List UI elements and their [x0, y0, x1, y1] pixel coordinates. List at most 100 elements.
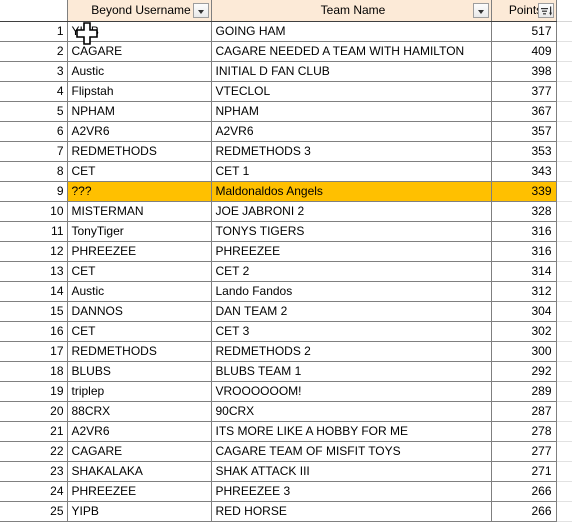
table-row[interactable]: 23 SHAKALAKA SHAK ATTACK III 271 — [0, 461, 572, 483]
table-row[interactable]: 20 88CRX 90CRX 287 — [0, 401, 572, 423]
cell-username[interactable]: CAGARE — [67, 441, 212, 463]
cell-team-name[interactable]: CET 1 — [211, 161, 492, 183]
table-row[interactable]: 11 TonyTiger TONYS TIGERS 316 — [0, 221, 572, 243]
table-row[interactable]: 22 CAGARE CAGARE TEAM OF MISFIT TOYS 277 — [0, 441, 572, 463]
cell-points[interactable]: 277 — [491, 441, 557, 463]
row-number-cell[interactable]: 22 — [0, 441, 68, 463]
row-number-cell[interactable]: 5 — [0, 101, 68, 123]
cell-points[interactable]: 517 — [491, 21, 557, 43]
cell-username[interactable]: REDMETHODS — [67, 341, 212, 363]
cell-team-name[interactable]: DAN TEAM 2 — [211, 301, 492, 323]
table-row[interactable]: 7 REDMETHODS REDMETHODS 3 353 — [0, 141, 572, 163]
cell-team-name[interactable]: SHAK ATTACK III — [211, 461, 492, 483]
cell-team-name[interactable]: INITIAL D FAN CLUB — [211, 61, 492, 83]
cell-points[interactable]: 377 — [491, 81, 557, 103]
cell-team-name[interactable]: GOING HAM — [211, 21, 492, 43]
row-number-cell[interactable]: 8 — [0, 161, 68, 183]
row-number-cell[interactable]: 24 — [0, 481, 68, 503]
cell-username[interactable]: DANNOS — [67, 301, 212, 323]
row-number-cell[interactable]: 9 — [0, 181, 68, 203]
table-row[interactable]: 12 PHREEZEE PHREEZEE 316 — [0, 241, 572, 263]
cell-team-name[interactable]: Maldonaldos Angels — [211, 181, 492, 203]
cell-points[interactable]: 312 — [491, 281, 557, 303]
cell-team-name[interactable]: CET 2 — [211, 261, 492, 283]
cell-username[interactable]: REDMETHODS — [67, 141, 212, 163]
row-number-cell[interactable]: 12 — [0, 241, 68, 263]
table-row[interactable]: 2 CAGARE CAGARE NEEDED A TEAM WITH HAMILTO… — [0, 41, 572, 63]
row-number-cell[interactable]: 21 — [0, 421, 68, 443]
cell-points[interactable]: 304 — [491, 301, 557, 323]
row-number-cell[interactable]: 15 — [0, 301, 68, 323]
cell-team-name[interactable]: REDMETHODS 2 — [211, 341, 492, 363]
cell-username[interactable]: triplep — [67, 381, 212, 403]
table-row[interactable]: 8 CET CET 1 343 — [0, 161, 572, 183]
column-header-points[interactable]: Points — [491, 0, 557, 23]
cell-username[interactable]: PHREEZEE — [67, 241, 212, 263]
table-row[interactable]: 10 MISTERMAN JOE JABRONI 2 328 — [0, 201, 572, 223]
cell-points[interactable]: 287 — [491, 401, 557, 423]
table-row[interactable]: 18 BLUBS BLUBS TEAM 1 292 — [0, 361, 572, 383]
cell-points[interactable]: 343 — [491, 161, 557, 183]
filter-dropdown-icon-team[interactable] — [472, 3, 489, 18]
table-row[interactable]: 9??? Maldonaldos Angels 339 — [0, 181, 572, 203]
cell-points[interactable]: 302 — [491, 321, 557, 343]
row-number-cell[interactable]: 23 — [0, 461, 68, 483]
cell-team-name[interactable]: CAGARE NEEDED A TEAM WITH HAMILTON — [211, 41, 492, 63]
cell-team-name[interactable]: PHREEZEE — [211, 241, 492, 263]
cell-username[interactable]: CET — [67, 261, 212, 283]
cell-team-name[interactable]: REDMETHODS 3 — [211, 141, 492, 163]
cell-points[interactable]: 328 — [491, 201, 557, 223]
column-header-username[interactable]: Beyond Username — [67, 0, 212, 23]
cell-points[interactable]: 339 — [491, 181, 557, 203]
cell-team-name[interactable]: NPHAM — [211, 101, 492, 123]
cell-team-name[interactable]: 90CRX — [211, 401, 492, 423]
cell-team-name[interactable]: CET 3 — [211, 321, 492, 343]
cell-points[interactable]: 300 — [491, 341, 557, 363]
cell-team-name[interactable]: PHREEZEE 3 — [211, 481, 492, 503]
table-row[interactable]: 1 YIPB GOING HAM 517 — [0, 21, 572, 43]
cell-team-name[interactable]: CAGARE TEAM OF MISFIT TOYS — [211, 441, 492, 463]
row-number-cell[interactable]: 18 — [0, 361, 68, 383]
row-number-cell[interactable]: 11 — [0, 221, 68, 243]
cell-username[interactable]: Austic — [67, 61, 212, 83]
table-row[interactable]: 6 A2VR6 A2VR6 357 — [0, 121, 572, 143]
cell-username[interactable]: CET — [67, 161, 212, 183]
row-number-cell[interactable]: 10 — [0, 201, 68, 223]
cell-points[interactable]: 278 — [491, 421, 557, 443]
cell-points[interactable]: 316 — [491, 241, 557, 263]
cell-team-name[interactable]: JOE JABRONI 2 — [211, 201, 492, 223]
row-number-cell[interactable]: 19 — [0, 381, 68, 403]
cell-points[interactable]: 292 — [491, 361, 557, 383]
row-number-cell[interactable]: 7 — [0, 141, 68, 163]
cell-points[interactable]: 266 — [491, 481, 557, 503]
row-number-cell[interactable]: 1 — [0, 21, 68, 43]
cell-team-name[interactable]: A2VR6 — [211, 121, 492, 143]
cell-username[interactable]: SHAKALAKA — [67, 461, 212, 483]
row-number-cell[interactable]: 13 — [0, 261, 68, 283]
cell-username[interactable]: ??? — [67, 181, 212, 203]
cell-username[interactable]: PHREEZEE — [67, 481, 212, 503]
cell-points[interactable]: 357 — [491, 121, 557, 143]
cell-username[interactable]: BLUBS — [67, 361, 212, 383]
cell-team-name[interactable]: ITS MORE LIKE A HOBBY FOR ME — [211, 421, 492, 443]
cell-username[interactable]: YIPB — [67, 501, 212, 522]
cell-username[interactable]: YIPB — [67, 21, 212, 43]
row-number-cell[interactable]: 6 — [0, 121, 68, 143]
table-row[interactable]: 25 YIPB RED HORSE 266 — [0, 501, 572, 522]
row-number-cell[interactable]: 3 — [0, 61, 68, 83]
cell-username[interactable]: 88CRX — [67, 401, 212, 423]
cell-points[interactable]: 398 — [491, 61, 557, 83]
table-row[interactable]: 5 NPHAM NPHAM 367 — [0, 101, 572, 123]
table-row[interactable]: 4 Flipstah VTECLOL 377 — [0, 81, 572, 103]
row-number-cell[interactable]: 2 — [0, 41, 68, 63]
cell-team-name[interactable]: TONYS TIGERS — [211, 221, 492, 243]
column-header-team[interactable]: Team Name — [211, 0, 492, 23]
table-row[interactable]: 17 REDMETHODS REDMETHODS 2 300 — [0, 341, 572, 363]
cell-username[interactable]: CAGARE — [67, 41, 212, 63]
filter-dropdown-icon-username[interactable] — [192, 3, 209, 18]
row-number-cell[interactable]: 14 — [0, 281, 68, 303]
table-row[interactable]: 16 CET CET 3 302 — [0, 321, 572, 343]
cell-team-name[interactable]: Lando Fandos — [211, 281, 492, 303]
table-row[interactable]: 19 triplep VROOOOOOM! 289 — [0, 381, 572, 403]
cell-points[interactable]: 314 — [491, 261, 557, 283]
